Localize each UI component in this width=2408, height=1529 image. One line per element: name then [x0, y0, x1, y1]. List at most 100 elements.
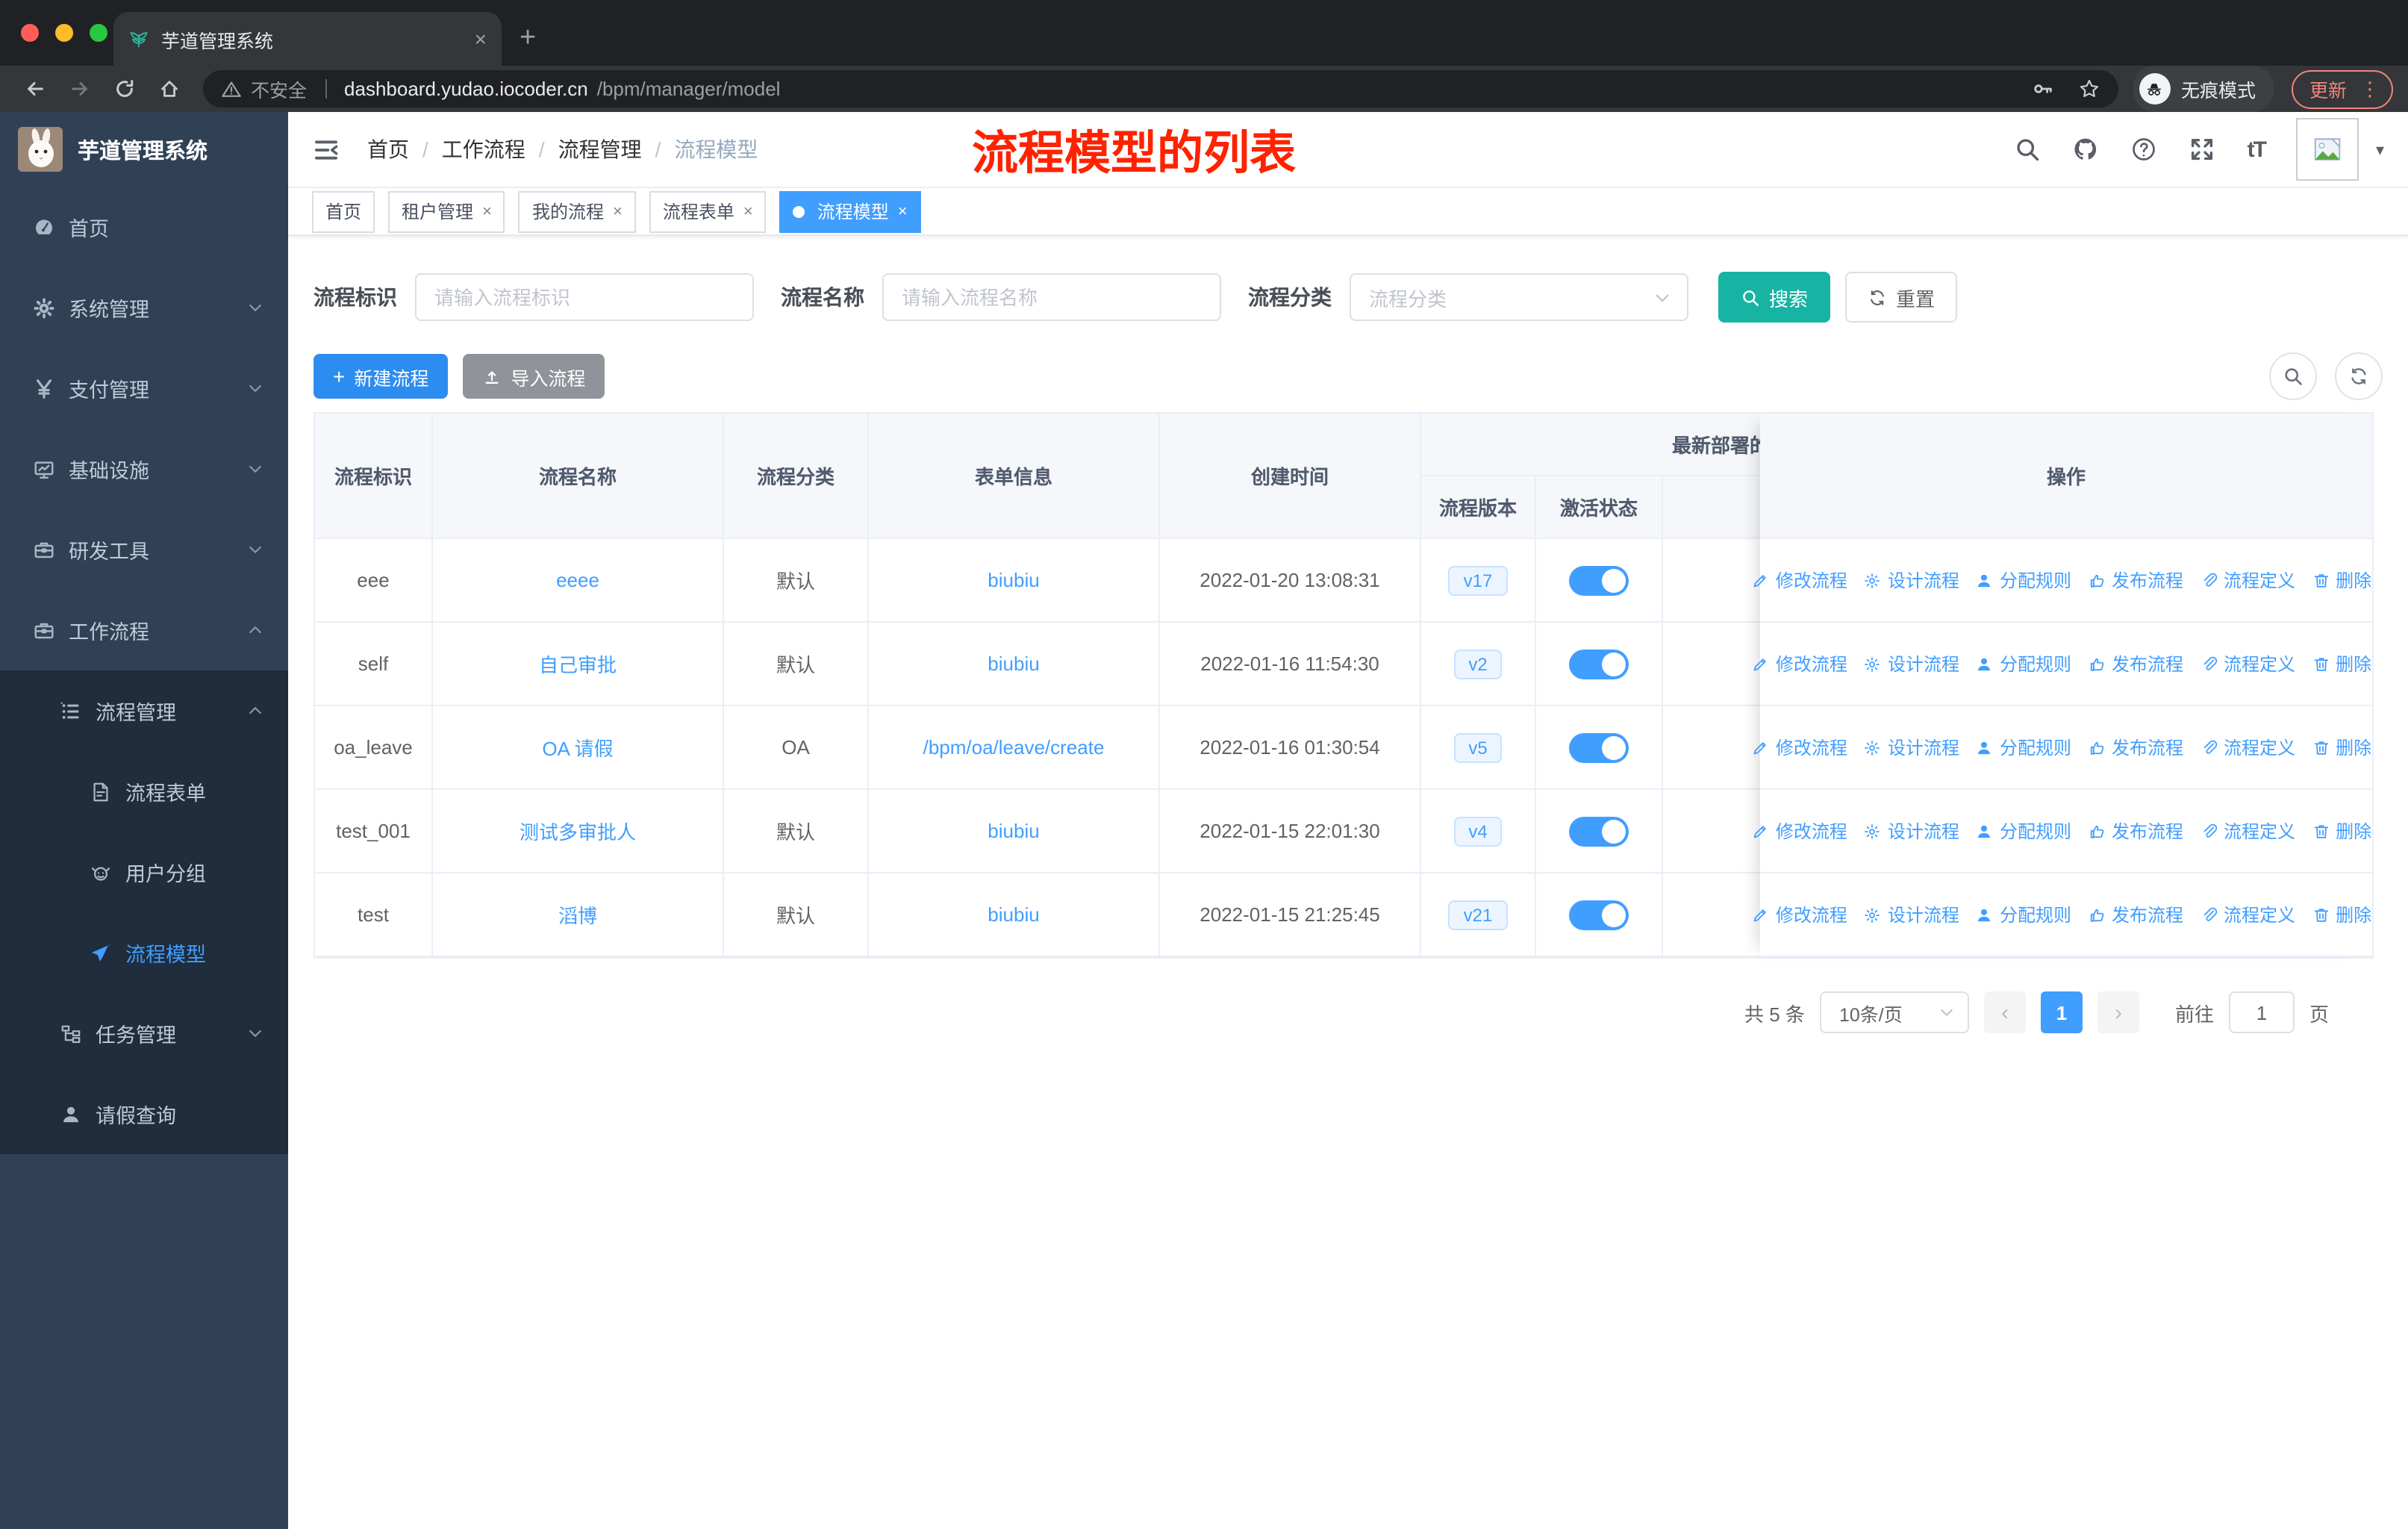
refresh-table-icon[interactable] [2335, 352, 2383, 400]
show-search-toggle-icon[interactable] [2269, 352, 2317, 400]
sidebar-item-10[interactable]: 任务管理 [0, 993, 288, 1074]
reload-icon[interactable] [105, 71, 143, 107]
goto-page-input[interactable] [2228, 991, 2295, 1033]
process-name-link[interactable]: 测试多审批人 [520, 817, 636, 845]
action-definition-link-link[interactable]: 流程定义 [2200, 567, 2295, 593]
action-definition-link-link[interactable]: 流程定义 [2200, 735, 2295, 760]
maximize-window-button[interactable] [90, 24, 107, 42]
action-edit-link[interactable]: 修改流程 [1752, 818, 1847, 844]
page-size-select[interactable]: 10条/页 [1819, 991, 1969, 1033]
breadcrumb-item-2[interactable]: 流程管理 [558, 134, 642, 164]
browser-tab[interactable]: 芋道管理系统 × [113, 12, 502, 66]
action-assign-user-link[interactable]: 分配规则 [1976, 567, 2071, 593]
next-page-button[interactable]: › [2097, 991, 2139, 1033]
action-assign-user-link[interactable]: 分配规则 [1976, 902, 2071, 927]
tag-1[interactable]: 租户管理 × [388, 190, 505, 232]
action-publish-thumb-link[interactable]: 发布流程 [2088, 818, 2183, 844]
tab-close-icon[interactable]: × [475, 27, 487, 51]
user-avatar[interactable] [2296, 118, 2359, 181]
address-bar[interactable]: 不安全 dashboard.yudao.iocoder.cn/bpm/manag… [203, 70, 2118, 108]
home-icon[interactable] [149, 71, 188, 107]
sidebar-item-1[interactable]: 系统管理 [0, 267, 288, 348]
version-badge[interactable]: v21 [1448, 900, 1508, 929]
action-edit-link[interactable]: 修改流程 [1752, 651, 1847, 676]
process-category-select[interactable]: 流程分类 [1350, 273, 1688, 321]
tag-close-icon[interactable]: × [482, 202, 492, 220]
action-design-gear-link[interactable]: 设计流程 [1864, 818, 1959, 844]
avatar-caret-icon[interactable]: ▾ [2376, 140, 2384, 159]
action-definition-link-link[interactable]: 流程定义 [2200, 651, 2295, 676]
browser-menu-dots-icon[interactable]: ⋮ [2360, 77, 2380, 101]
sidebar-item-6[interactable]: 流程管理 [0, 670, 288, 751]
forward-icon[interactable] [60, 71, 99, 107]
search-icon[interactable] [2015, 136, 2042, 163]
action-edit-link[interactable]: 修改流程 [1752, 902, 1847, 927]
browser-update-button[interactable]: 更新 ⋮ [2291, 69, 2393, 108]
action-definition-link-link[interactable]: 流程定义 [2200, 818, 2295, 844]
action-delete-trash-link[interactable]: 删除 [2312, 651, 2371, 676]
sidebar-item-3[interactable]: 基础设施 [0, 429, 288, 509]
active-status-toggle[interactable] [1569, 649, 1629, 679]
sidebar-item-9[interactable]: 流程模型 [0, 912, 288, 993]
sidebar-item-2[interactable]: 支付管理 [0, 348, 288, 429]
tag-close-icon[interactable]: × [743, 202, 753, 220]
current-page-button[interactable]: 1 [2040, 991, 2083, 1033]
action-delete-trash-link[interactable]: 删除 [2312, 902, 2371, 927]
action-assign-user-link[interactable]: 分配规则 [1976, 651, 2071, 676]
process-name-link[interactable]: 滔博 [558, 900, 597, 929]
action-assign-user-link[interactable]: 分配规则 [1976, 735, 2071, 760]
process-name-link[interactable]: OA 请假 [542, 733, 613, 762]
sidebar-item-4[interactable]: 研发工具 [0, 509, 288, 590]
search-button[interactable]: 搜索 [1718, 272, 1831, 323]
tag-4[interactable]: 流程模型 × [779, 190, 921, 232]
action-delete-trash-link[interactable]: 删除 [2312, 567, 2371, 593]
tag-2[interactable]: 我的流程 × [518, 190, 636, 232]
fullscreen-icon[interactable] [2189, 136, 2216, 163]
action-publish-thumb-link[interactable]: 发布流程 [2088, 735, 2183, 760]
tag-close-icon[interactable]: × [898, 202, 908, 220]
process-id-input[interactable] [415, 273, 754, 321]
form-info-link[interactable]: biubiu [988, 903, 1039, 926]
back-icon[interactable] [15, 71, 54, 107]
create-process-button[interactable]: + 新建流程 [314, 354, 449, 399]
action-edit-link[interactable]: 修改流程 [1752, 567, 1847, 593]
tag-close-icon[interactable]: × [613, 202, 623, 220]
process-name-input[interactable] [882, 273, 1221, 321]
breadcrumb-item-1[interactable]: 工作流程 [442, 134, 525, 164]
action-assign-user-link[interactable]: 分配规则 [1976, 818, 2071, 844]
process-name-link[interactable]: 自己审批 [539, 650, 617, 678]
action-publish-thumb-link[interactable]: 发布流程 [2088, 651, 2183, 676]
minimize-window-button[interactable] [55, 24, 73, 42]
prev-page-button[interactable]: ‹ [1983, 991, 2026, 1033]
active-status-toggle[interactable] [1569, 900, 1629, 929]
collapse-menu-icon[interactable] [312, 135, 340, 164]
version-badge[interactable]: v5 [1453, 732, 1503, 762]
sidebar-item-11[interactable]: 请假查询 [0, 1074, 288, 1154]
action-delete-trash-link[interactable]: 删除 [2312, 818, 2371, 844]
breadcrumb-item-0[interactable]: 首页 [367, 134, 409, 164]
form-info-link[interactable]: biubiu [988, 653, 1039, 675]
sidebar-item-5[interactable]: 工作流程 [0, 590, 288, 670]
process-name-link[interactable]: eeee [556, 569, 599, 591]
sidebar-item-7[interactable]: 流程表单 [0, 751, 288, 832]
tag-0[interactable]: 首页 [312, 190, 375, 232]
action-publish-thumb-link[interactable]: 发布流程 [2088, 567, 2183, 593]
action-edit-link[interactable]: 修改流程 [1752, 735, 1847, 760]
active-status-toggle[interactable] [1569, 565, 1629, 595]
action-design-gear-link[interactable]: 设计流程 [1864, 651, 1959, 676]
tag-3[interactable]: 流程表单 × [649, 190, 767, 232]
action-publish-thumb-link[interactable]: 发布流程 [2088, 902, 2183, 927]
form-info-link[interactable]: /bpm/oa/leave/create [923, 736, 1105, 759]
action-design-gear-link[interactable]: 设计流程 [1864, 567, 1959, 593]
sidebar-item-0[interactable]: 首页 [0, 187, 288, 267]
new-tab-button[interactable]: + [520, 22, 536, 55]
form-info-link[interactable]: biubiu [988, 820, 1039, 842]
password-key-icon[interactable] [2032, 78, 2054, 100]
font-size-icon[interactable]: tT [2248, 137, 2267, 162]
action-design-gear-link[interactable]: 设计流程 [1864, 735, 1959, 760]
import-process-button[interactable]: 导入流程 [463, 354, 605, 399]
version-badge[interactable]: v17 [1448, 565, 1508, 595]
active-status-toggle[interactable] [1569, 816, 1629, 846]
form-info-link[interactable]: biubiu [988, 569, 1039, 591]
active-status-toggle[interactable] [1569, 732, 1629, 762]
